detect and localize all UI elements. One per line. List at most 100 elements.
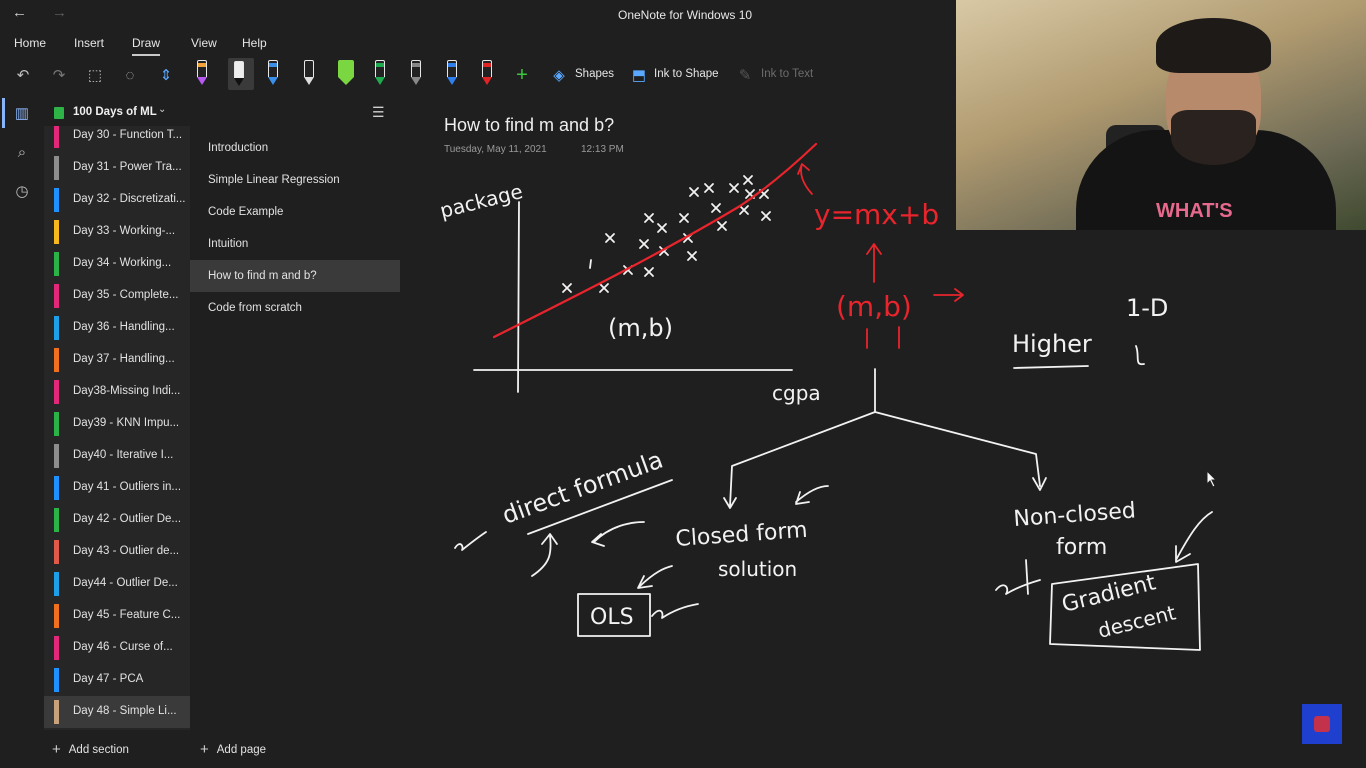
- ink-arrow-gradient: [1175, 511, 1213, 563]
- ink-tree-right: [874, 411, 1047, 491]
- chevron-down-icon[interactable]: ⌄: [158, 104, 166, 115]
- section-item[interactable]: Day 36 - Handling...: [44, 312, 190, 344]
- pen-green-icon[interactable]: [373, 60, 387, 86]
- tab-home[interactable]: Home: [14, 36, 46, 50]
- pen-red-icon[interactable]: [480, 60, 494, 86]
- page-list: Introduction Simple Linear Regression Code…: [190, 130, 400, 730]
- section-label: Day44 - Outlier De...: [73, 577, 178, 589]
- section-item[interactable]: Day 42 - Outlier De...: [44, 504, 190, 536]
- redo-icon[interactable]: ↷: [48, 64, 70, 86]
- tab-help[interactable]: Help: [242, 36, 267, 50]
- section-color-tab: [54, 412, 59, 436]
- section-color-tab: [54, 284, 59, 308]
- ink-mb-label: (m,b): [608, 314, 673, 342]
- add-space-icon[interactable]: ◌: [119, 64, 141, 86]
- pen-white-icon[interactable]: [302, 60, 316, 86]
- section-label: Day40 - Iterative I...: [73, 449, 174, 461]
- ink-arrow-closed: [795, 485, 829, 505]
- section-color-tab: [54, 348, 59, 372]
- section-item[interactable]: Day39 - KNN Impu...: [44, 408, 190, 440]
- page-item[interactable]: Intuition: [190, 228, 400, 260]
- notebooks-icon[interactable]: ▥: [12, 104, 32, 124]
- ink-higher-underline: [1013, 365, 1089, 369]
- section-label: Day 43 - Outlier de...: [73, 545, 180, 557]
- section-label: Day 35 - Complete...: [73, 289, 179, 301]
- section-item[interactable]: Day 45 - Feature C...: [44, 600, 190, 632]
- page-item[interactable]: Code Example: [190, 196, 400, 228]
- section-item[interactable]: Day 33 - Working-...: [44, 216, 190, 248]
- section-label: Day 33 - Working-...: [73, 225, 176, 237]
- pen-blue-icon[interactable]: [266, 60, 280, 86]
- ink-to-shape-button[interactable]: Ink to Shape: [654, 68, 719, 80]
- sort-pages-icon[interactable]: ☰: [372, 104, 385, 121]
- section-item[interactable]: Day 34 - Working...: [44, 248, 190, 280]
- ink-non-closed: Non-closed: [1013, 499, 1137, 532]
- shapes-button[interactable]: Shapes: [575, 68, 614, 80]
- section-item[interactable]: Day38-Missing Indi...: [44, 376, 190, 408]
- tab-draw[interactable]: Draw: [132, 36, 161, 56]
- ink-ols: OLS: [590, 605, 634, 630]
- add-page-button[interactable]: + Add page: [200, 741, 266, 758]
- notebook-name[interactable]: 100 Days of ML: [73, 106, 157, 118]
- ink-to-text-icon[interactable]: ✎: [734, 64, 756, 86]
- undo-icon[interactable]: ↶: [12, 64, 34, 86]
- section-item[interactable]: Day40 - Iterative I...: [44, 440, 190, 472]
- page-label: Intuition: [208, 238, 249, 250]
- section-label: Day 37 - Handling...: [73, 353, 175, 365]
- search-icon[interactable]: ⌕: [12, 144, 32, 164]
- pen-darkblue-icon[interactable]: [445, 60, 459, 86]
- presenter-hair: [1156, 18, 1271, 73]
- page-label: Code Example: [208, 206, 284, 218]
- recent-notes-icon[interactable]: ◷: [12, 182, 32, 202]
- section-list: Day 30 - Function T... Day 31 - Power Tra…: [44, 126, 190, 730]
- section-item[interactable]: Day44 - Outlier De...: [44, 568, 190, 600]
- section-item[interactable]: Day 47 - PCA: [44, 664, 190, 696]
- highlighter-green-icon[interactable]: [336, 60, 356, 86]
- section-item[interactable]: Day 43 - Outlier de...: [44, 536, 190, 568]
- lasso-select-icon[interactable]: ⬚: [84, 64, 106, 86]
- mouse-cursor-icon: [1206, 470, 1218, 488]
- page-item[interactable]: Simple Linear Regression: [190, 164, 400, 196]
- pen-gray-icon[interactable]: [409, 60, 423, 86]
- pen-black-selected-icon[interactable]: [228, 58, 254, 90]
- section-item[interactable]: Day 46 - Curse of...: [44, 632, 190, 664]
- section-color-tab: [54, 188, 59, 212]
- eraser-insert-space-icon[interactable]: ⇕: [155, 64, 177, 86]
- title-bar: ← → OneNote for Windows 10: [0, 0, 956, 30]
- add-pen-icon[interactable]: +: [511, 64, 533, 86]
- webcam-overlay: WHAT'S: [956, 0, 1366, 230]
- ink-check-3: [995, 559, 1041, 595]
- section-item[interactable]: Day 30 - Function T...: [44, 126, 190, 152]
- notebook-icon: [54, 107, 64, 119]
- add-section-label: Add section: [68, 744, 129, 756]
- add-page-label: Add page: [216, 744, 267, 756]
- section-item[interactable]: Day 32 - Discretizati...: [44, 184, 190, 216]
- notebook-switcher[interactable]: 100 Days of ML ⌄ ☰: [44, 94, 400, 130]
- window-title: OneNote for Windows 10: [618, 8, 753, 22]
- page-item[interactable]: Introduction: [190, 132, 400, 164]
- section-item[interactable]: Day 48 - Simple Li...: [44, 696, 190, 728]
- ink-arrow-left: [591, 521, 645, 547]
- ink-xlabel: cgpa: [772, 381, 821, 405]
- ink-to-text-button[interactable]: Ink to Text: [761, 68, 813, 80]
- forward-arrow-icon[interactable]: →: [52, 4, 67, 21]
- section-label: Day 45 - Feature C...: [73, 609, 181, 621]
- page-item[interactable]: Code from scratch: [190, 292, 400, 324]
- add-section-button[interactable]: + Add section: [52, 741, 129, 758]
- back-arrow-icon[interactable]: ←: [12, 4, 27, 21]
- ink-to-shape-icon[interactable]: ⬒: [628, 64, 650, 86]
- section-label: Day 31 - Power Tra...: [73, 161, 182, 173]
- ink-one-d: 1-D: [1126, 294, 1168, 322]
- section-item[interactable]: Day 31 - Power Tra...: [44, 152, 190, 184]
- ink-form: form: [1056, 535, 1107, 560]
- tab-insert[interactable]: Insert: [74, 36, 104, 50]
- section-item[interactable]: Day 35 - Complete...: [44, 280, 190, 312]
- ink-solution: solution: [718, 557, 797, 581]
- page-item[interactable]: How to find m and b?: [190, 260, 400, 292]
- left-rail: ▥ ⌕ ◷: [0, 94, 44, 768]
- tab-view[interactable]: View: [191, 36, 217, 50]
- shapes-icon[interactable]: ◈: [548, 64, 570, 86]
- section-item[interactable]: Day 41 - Outliers in...: [44, 472, 190, 504]
- pen-orange-icon[interactable]: [195, 60, 209, 86]
- section-item[interactable]: Day 37 - Handling...: [44, 344, 190, 376]
